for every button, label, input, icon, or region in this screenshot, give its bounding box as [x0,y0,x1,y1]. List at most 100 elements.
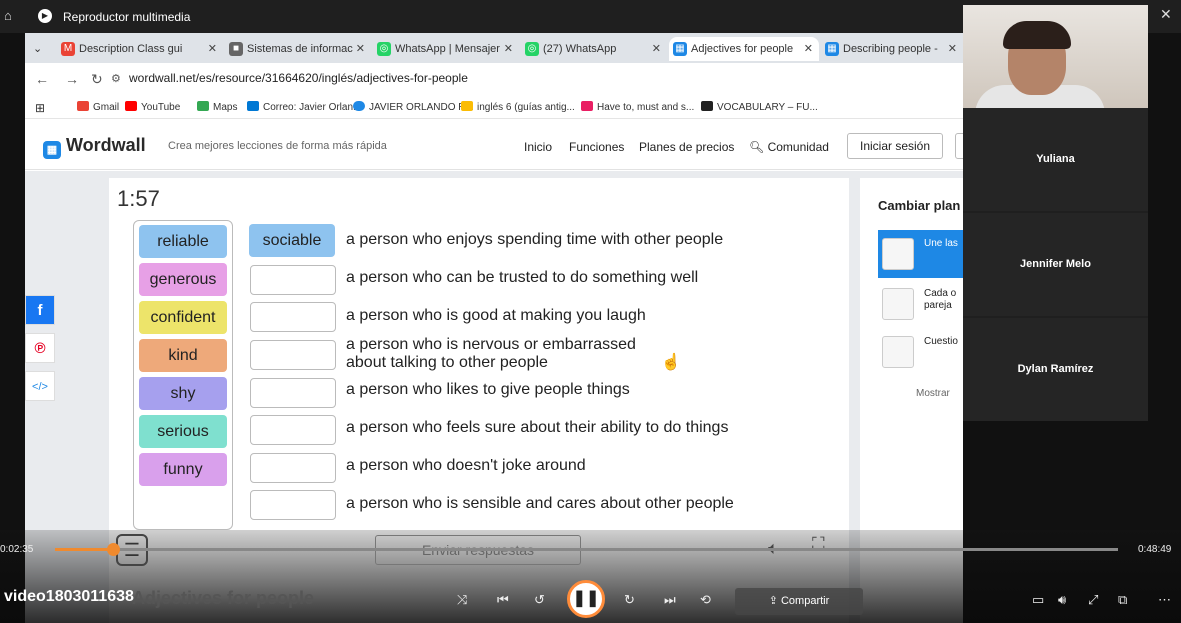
template-option-quiz[interactable]: Cuestio [878,328,963,376]
tab-sistemas[interactable]: ■ Sistemas de informac ✕ [225,37,371,61]
participant-tile[interactable]: Jennifer Melo [963,213,1148,316]
video-filename: video1803011638 [4,588,134,605]
close-tab-icon[interactable]: ✕ [208,37,217,61]
previous-icon[interactable]: ⏮ [497,592,509,608]
volume-icon[interactable]: 🔊︎ [1058,592,1066,608]
bookmark-have-to[interactable]: Have to, must and s... [581,101,694,113]
close-icon[interactable]: ✕ [1160,6,1172,23]
seek-bar[interactable] [55,543,1118,556]
tab-whatsapp-web[interactable]: ◎ WhatsApp | Mensajer ✕ [373,37,519,61]
answer-slot[interactable] [250,302,336,332]
template-thumbnail [882,288,914,320]
placed-word-sociable[interactable]: sociable [249,224,335,257]
subtitles-icon[interactable]: ▭ [1032,592,1044,608]
signup-button[interactable] [955,133,963,159]
tagline: Crea mejores lecciones de forma más rápi… [168,140,387,152]
home-icon[interactable]: ⌂ [4,8,12,23]
menu-planes[interactable]: Planes de precios [639,140,734,154]
definition: about talking to other people [346,354,548,371]
participant-tile[interactable]: Dylan Ramírez [963,318,1148,421]
tab-whatsapp[interactable]: ◎ (27) WhatsApp ✕ [521,37,667,61]
apps-icon[interactable]: ⊞ [35,101,45,115]
bookmark-ingles[interactable]: inglés 6 (guías antig... [461,101,575,113]
definition: a person who is sensible and cares about… [346,495,734,512]
answer-slot[interactable] [250,490,336,520]
bookmark-youtube[interactable]: YouTube [125,101,180,113]
hand-cursor-icon: ☝ [661,354,681,371]
reload-icon[interactable]: ↻ [91,71,103,88]
word-generous[interactable]: generous [139,263,227,296]
bookmark-vocabulary[interactable]: VOCABULARY – FU... [701,101,818,113]
next-icon[interactable]: ⏭ [664,592,676,608]
bookmark-maps[interactable]: Maps [197,101,237,113]
word-funny[interactable]: funny [139,453,227,486]
menu-funciones[interactable]: Funciones [569,140,624,154]
expand-icon[interactable]: ⤢ [1088,592,1098,608]
url-field[interactable]: wordwall.net/es/resource/31664620/inglés… [129,71,468,85]
word-bank: reliable generous confident kind shy ser… [133,220,233,530]
login-button[interactable]: Iniciar sesión [847,133,943,159]
word-shy[interactable]: shy [139,377,227,410]
repeat-off-icon[interactable]: ⟲ [700,592,711,608]
wordwall-icon: ▦ [825,42,839,56]
whatsapp-icon: ◎ [525,42,539,56]
pinterest-share-icon[interactable]: ℗ [25,333,55,363]
show-more-link[interactable]: Mostrar [916,388,950,399]
embed-share-icon[interactable]: </> [25,371,55,401]
tab-description-class[interactable]: M Description Class gui ✕ [57,37,223,61]
search-icon: 🔍︎ [749,140,765,154]
close-tab-icon[interactable]: ✕ [652,37,661,61]
tab-describing-people[interactable]: ▦ Describing people - ✕ [821,37,963,61]
share-button[interactable]: ⇪ Compartir [735,588,863,615]
shuffle-icon[interactable]: ⤨ [457,592,467,608]
wordwall-logo[interactable]: ▦ Wordwall [43,135,146,159]
maps-icon [197,101,209,111]
word-reliable[interactable]: reliable [139,225,227,258]
tab-search-icon[interactable]: ⌄ [25,37,53,61]
mini-player-icon[interactable]: ⧉ [1118,592,1127,608]
word-serious[interactable]: serious [139,415,227,448]
close-tab-icon[interactable]: ✕ [356,37,365,61]
answer-slot[interactable] [250,415,336,445]
tab-adjectives[interactable]: ▦ Adjectives for people ✕ [669,37,819,61]
word-confident[interactable]: confident [139,301,227,334]
template-option-match-up[interactable]: Une las [878,230,963,278]
self-camera [963,5,1148,115]
answer-slot[interactable] [250,453,336,483]
definition: a person who is nervous or embarrassed [346,336,636,353]
template-thumbnail [882,336,914,368]
forward-icon[interactable]: → [65,71,79,87]
gmail-icon [77,101,89,111]
rewind-10-icon[interactable]: ↺ [534,592,545,608]
word-kind[interactable]: kind [139,339,227,372]
outlook-icon [247,101,259,111]
bookmark-gmail[interactable]: Gmail [77,101,119,113]
close-tab-icon[interactable]: ✕ [948,37,957,61]
media-player-icon: ▶ [38,9,52,23]
bookmark-correo[interactable]: Correo: Javier Orlan... [247,101,361,113]
menu-inicio[interactable]: Inicio [524,140,552,154]
template-option-pairs[interactable]: Cada o pareja [878,280,963,328]
close-tab-icon[interactable]: ✕ [804,37,813,61]
wordwall-icon: ▦ [673,42,687,56]
answer-slot[interactable] [250,340,336,370]
definition: a person who is good at making you laugh [346,307,646,324]
answer-slot[interactable] [250,378,336,408]
person-hair [1003,21,1071,49]
bookmark-javier[interactable]: JAVIER ORLANDO R... [353,101,474,113]
document-icon: ■ [229,42,243,56]
participant-tile[interactable]: Yuliana [963,108,1148,211]
forward-30-icon[interactable]: ↻ [624,592,635,608]
fullscreen-icon[interactable]: ⛶ [812,534,825,555]
pause-button[interactable]: ❚❚ [567,580,605,618]
drive-icon [461,101,473,111]
menu-comunidad[interactable]: 🔍︎ Comunidad [749,140,829,154]
back-icon[interactable]: ← [35,71,49,87]
call-participants: Yuliana Jennifer Melo Dylan Ramírez [963,0,1148,421]
tab-strip: ⌄ M Description Class gui ✕ ■ Sistemas de… [25,33,963,63]
site-info-icon[interactable]: ⚙ [111,72,121,85]
more-options-icon[interactable]: ⋯ [1158,592,1171,608]
close-tab-icon[interactable]: ✕ [504,37,513,61]
facebook-share-icon[interactable]: f [25,295,55,325]
answer-slot[interactable] [250,265,336,295]
